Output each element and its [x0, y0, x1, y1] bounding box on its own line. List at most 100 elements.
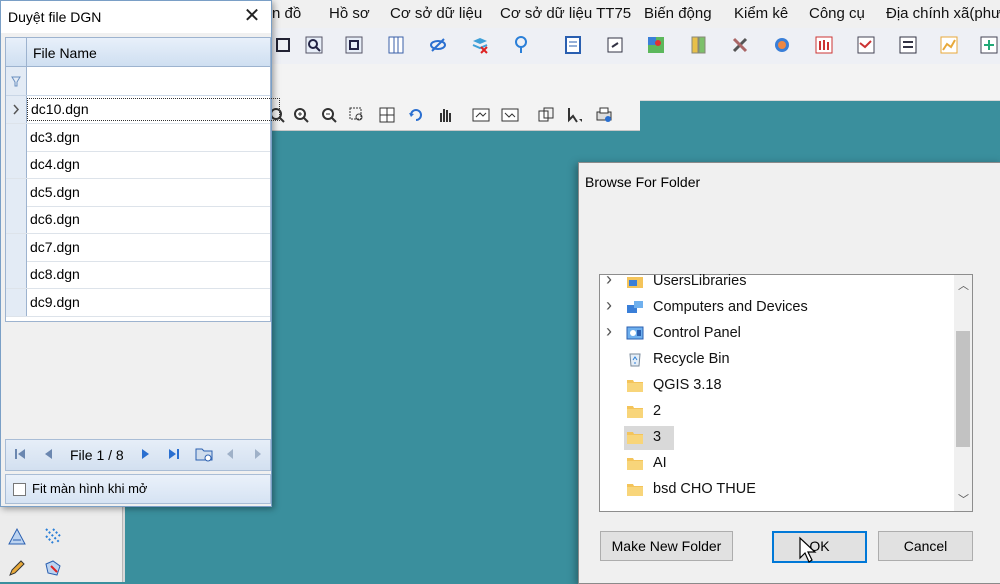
filter-row[interactable] — [6, 67, 270, 96]
scroll-up-icon[interactable]: ︿ — [958, 277, 969, 293]
chart-bars-icon[interactable] — [813, 34, 835, 56]
file-name-cell[interactable]: dc8.dgn — [30, 266, 80, 282]
tree-node[interactable]: 3 — [600, 425, 954, 451]
file-name-cell[interactable]: dc9.dgn — [30, 294, 80, 310]
fit-option-bar: Fit màn hình khi mở — [5, 474, 271, 504]
menu-co-so-du-lieu[interactable]: Cơ sở dữ liệu — [390, 5, 482, 22]
tree-node[interactable]: › Control Panel — [600, 321, 954, 347]
node-frame-icon[interactable] — [343, 34, 365, 56]
tree-scrollbar[interactable]: ︿ ﹀ — [954, 275, 972, 511]
rotate-icon[interactable] — [405, 104, 427, 126]
add-icon[interactable] — [978, 34, 1000, 56]
zoom-minus-icon[interactable] — [318, 104, 340, 126]
erase-shape-icon[interactable] — [42, 557, 64, 579]
tools-icon[interactable] — [729, 34, 751, 56]
row-selector[interactable] — [6, 151, 27, 178]
file-name-cell[interactable]: dc4.dgn — [30, 156, 80, 172]
scroll-down-icon[interactable]: ﹀ — [958, 491, 969, 507]
row-selector[interactable] — [6, 123, 27, 151]
select-tool-icon[interactable] — [564, 104, 586, 126]
tree-node-label: Recycle Bin — [653, 351, 730, 367]
area-chart-icon[interactable] — [938, 34, 960, 56]
close-icon[interactable]: ✕ — [241, 5, 263, 27]
list-icon[interactable] — [897, 34, 919, 56]
location-pin-icon[interactable] — [510, 34, 532, 56]
row-selector[interactable] — [6, 178, 27, 206]
hide-icon[interactable] — [427, 34, 449, 56]
expand-chevron-icon[interactable]: › — [606, 269, 612, 290]
row-selector[interactable] — [6, 288, 27, 316]
dgn-window-titlebar[interactable]: Duyệt file DGN ✕ — [1, 1, 271, 33]
file-row[interactable]: dc9.dgn — [6, 288, 270, 317]
zoom-window-icon[interactable] — [346, 104, 368, 126]
search-tool-icon[interactable] — [303, 34, 325, 56]
ok-button[interactable]: OK — [772, 531, 867, 563]
previous-view-icon[interactable] — [470, 104, 492, 126]
file-name-cell[interactable]: dc6.dgn — [30, 211, 80, 227]
file-row[interactable]: dc10.dgn — [6, 96, 280, 124]
map-icon[interactable] — [645, 34, 667, 56]
row-indicator-icon[interactable] — [6, 96, 27, 123]
target-icon[interactable] — [771, 34, 793, 56]
hatch-tool-icon[interactable] — [6, 525, 28, 547]
scroll-thumb[interactable] — [956, 331, 970, 447]
cancel-button[interactable]: Cancel — [878, 531, 973, 561]
row-selector[interactable] — [6, 261, 27, 288]
last-page-icon[interactable] — [166, 446, 182, 462]
first-page-icon[interactable] — [12, 446, 28, 462]
row-selector[interactable] — [6, 233, 27, 261]
report-icon[interactable] — [562, 34, 584, 56]
previous-page-icon[interactable] — [40, 446, 56, 462]
file-row[interactable]: dc5.dgn — [6, 178, 270, 207]
make-new-folder-button[interactable]: Make New Folder — [600, 531, 733, 561]
file-row[interactable]: dc4.dgn — [6, 151, 270, 179]
tree-node[interactable]: Recycle Bin — [600, 347, 954, 373]
next-page-icon[interactable] — [138, 446, 154, 462]
tree-node[interactable]: › Computers and Devices — [600, 295, 954, 321]
tree-node[interactable]: › UsersLibraries — [600, 269, 954, 295]
fit-checkbox[interactable] — [13, 483, 26, 496]
expand-chevron-icon[interactable]: › — [606, 321, 612, 342]
book-icon[interactable] — [688, 34, 710, 56]
expand-chevron-icon[interactable]: › — [606, 295, 612, 316]
file-name-cell[interactable]: dc3.dgn — [30, 129, 80, 145]
open-folder-icon[interactable] — [194, 444, 214, 464]
scroll-right-icon[interactable] — [250, 446, 266, 462]
scroll-left-icon[interactable] — [222, 446, 238, 462]
pan-hand-icon[interactable] — [434, 104, 456, 126]
menu-ho-so[interactable]: Hồ sơ — [329, 5, 370, 22]
dots-tool-icon[interactable] — [42, 525, 64, 547]
file-name-cell[interactable]: dc5.dgn — [30, 184, 80, 200]
menu-kiem-ke[interactable]: Kiểm kê — [734, 5, 788, 22]
split-parcel-icon[interactable] — [604, 34, 626, 56]
column-header-file-name[interactable]: File Name — [33, 45, 97, 61]
zoom-plus-icon[interactable] — [290, 104, 312, 126]
menu-co-so-du-lieu-tt75[interactable]: Cơ sở dữ liệu TT75 — [500, 5, 631, 22]
file-name-cell[interactable]: dc7.dgn — [30, 239, 80, 255]
tree-node[interactable]: bsd CHO THUE — [600, 477, 954, 503]
file-name-cell[interactable]: dc10.dgn — [27, 98, 280, 121]
print-icon[interactable] — [593, 104, 615, 126]
row-selector[interactable] — [6, 206, 27, 233]
fit-view-icon[interactable] — [376, 104, 398, 126]
file-row[interactable]: dc8.dgn — [6, 261, 270, 289]
menu-ban-do[interactable]: n đồ — [272, 5, 301, 22]
menu-dia-chinh-xa[interactable]: Địa chính xã(phư — [886, 5, 1000, 22]
file-row[interactable]: dc3.dgn — [6, 123, 270, 152]
next-view-icon[interactable] — [499, 104, 521, 126]
file-row[interactable]: dc6.dgn — [6, 206, 270, 234]
select-frame-icon[interactable] — [272, 34, 294, 56]
folder-icon — [626, 481, 644, 497]
grid-icon[interactable] — [385, 34, 407, 56]
delete-layer-icon[interactable] — [469, 34, 491, 56]
tree-node[interactable]: AI — [600, 451, 954, 477]
menu-cong-cu[interactable]: Công cụ — [809, 5, 865, 22]
menu-bien-dong[interactable]: Biến động — [644, 5, 712, 22]
line-chart-icon[interactable] — [855, 34, 877, 56]
tree-node[interactable]: QGIS 3.18 — [600, 373, 954, 399]
fit-checkbox-label[interactable]: Fit màn hình khi mở — [32, 481, 147, 496]
file-row[interactable]: dc7.dgn — [6, 233, 270, 262]
tree-node[interactable]: 2 — [600, 399, 954, 425]
copy-view-icon[interactable] — [535, 104, 557, 126]
edit-pencil-icon[interactable] — [6, 557, 28, 579]
